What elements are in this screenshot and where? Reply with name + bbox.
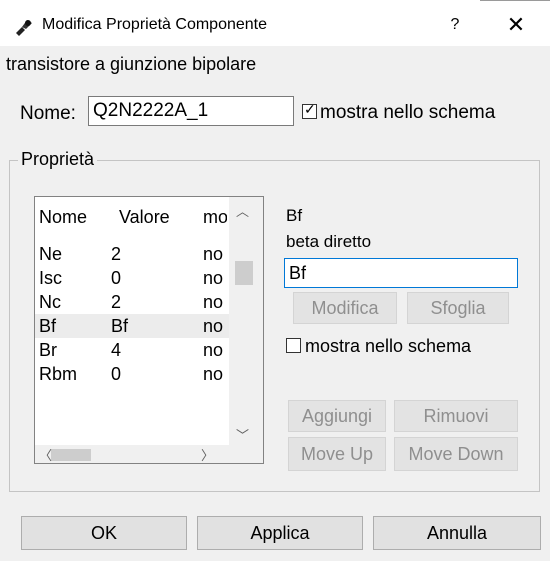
move-up-button[interactable]: Move Up (288, 437, 386, 471)
scroll-down-icon[interactable]: ﹀ (236, 425, 249, 444)
cell-show: no (203, 292, 224, 312)
column-header-name[interactable]: Nome (39, 207, 87, 228)
vertical-scrollbar[interactable] (229, 197, 263, 447)
cell-show: no (203, 268, 224, 288)
horizontal-scroll-thumb[interactable] (51, 449, 91, 461)
cell-name: Br (39, 340, 57, 360)
window-edge-line (480, 0, 550, 1)
cell-value: 2 (111, 244, 122, 264)
cell-value: 4 (111, 340, 122, 360)
name-input[interactable] (88, 96, 294, 126)
ok-button[interactable]: OK (21, 516, 187, 550)
scroll-left-icon[interactable]: 〈 (39, 445, 52, 463)
property-value-input[interactable] (284, 258, 518, 288)
cell-name: Nc (39, 292, 61, 312)
scroll-right-icon[interactable]: 〉 (201, 445, 214, 463)
name-label: Nome: (20, 103, 76, 124)
show-in-schematic-label: mostra nello schema (320, 102, 496, 123)
checkmark-icon: ✓ (304, 101, 316, 117)
window-title: Modifica Proprietà Componente (42, 16, 268, 33)
modify-button[interactable]: Modifica (293, 292, 397, 324)
cell-value: 0 (111, 364, 122, 384)
table-row[interactable]: Ne 2 no (35, 242, 231, 266)
selected-property-description: beta diretto (286, 232, 372, 251)
table-row[interactable]: Rbm 0 no (35, 362, 231, 386)
move-down-button[interactable]: Move Down (394, 437, 518, 471)
browse-button[interactable]: Sfoglia (407, 292, 509, 324)
cell-show: no (203, 340, 224, 360)
cancel-button[interactable]: Annulla (373, 516, 541, 550)
show-in-schematic-checkbox[interactable]: ✓ (302, 101, 317, 119)
column-header-show[interactable]: mo (203, 207, 227, 228)
remove-button[interactable]: Rimuovi (394, 400, 518, 432)
cell-name: Bf (39, 316, 57, 336)
component-type-label: transistore a giunzione bipolare (6, 54, 257, 74)
properties-table[interactable]: Nome Valore mo Ne 2 no Isc 0 no Nc 2 no … (34, 196, 264, 464)
cell-show: no (203, 244, 224, 264)
column-header-value[interactable]: Valore (119, 207, 170, 228)
help-button[interactable]: ? (440, 10, 470, 40)
cell-value: 0 (111, 268, 122, 288)
cell-show: no (203, 316, 224, 336)
show-property-label: mostra nello schema (305, 336, 472, 356)
close-button[interactable]: ✕ (496, 10, 536, 40)
cell-show: no (203, 364, 224, 384)
cell-name: Isc (39, 268, 63, 288)
apply-button[interactable]: Applica (197, 516, 363, 550)
table-row[interactable]: Isc 0 no (35, 266, 231, 290)
cell-value: 2 (111, 292, 122, 312)
cell-name: Ne (39, 244, 63, 264)
table-row[interactable]: Nc 2 no (35, 290, 231, 314)
add-button[interactable]: Aggiungi (288, 400, 386, 432)
show-property-checkbox[interactable] (286, 338, 301, 353)
table-row-selected[interactable]: Bf Bf no (35, 314, 231, 338)
vertical-scroll-thumb[interactable] (235, 261, 253, 285)
selected-property-name: Bf (286, 206, 303, 225)
qucs-transistor-icon (16, 20, 32, 36)
scroll-up-icon[interactable]: ︿ (236, 201, 249, 220)
properties-group-title: Proprietà (18, 149, 98, 170)
cell-name: Rbm (39, 364, 78, 384)
table-row[interactable]: Br 4 no (35, 338, 231, 362)
cell-value: Bf (111, 316, 129, 336)
